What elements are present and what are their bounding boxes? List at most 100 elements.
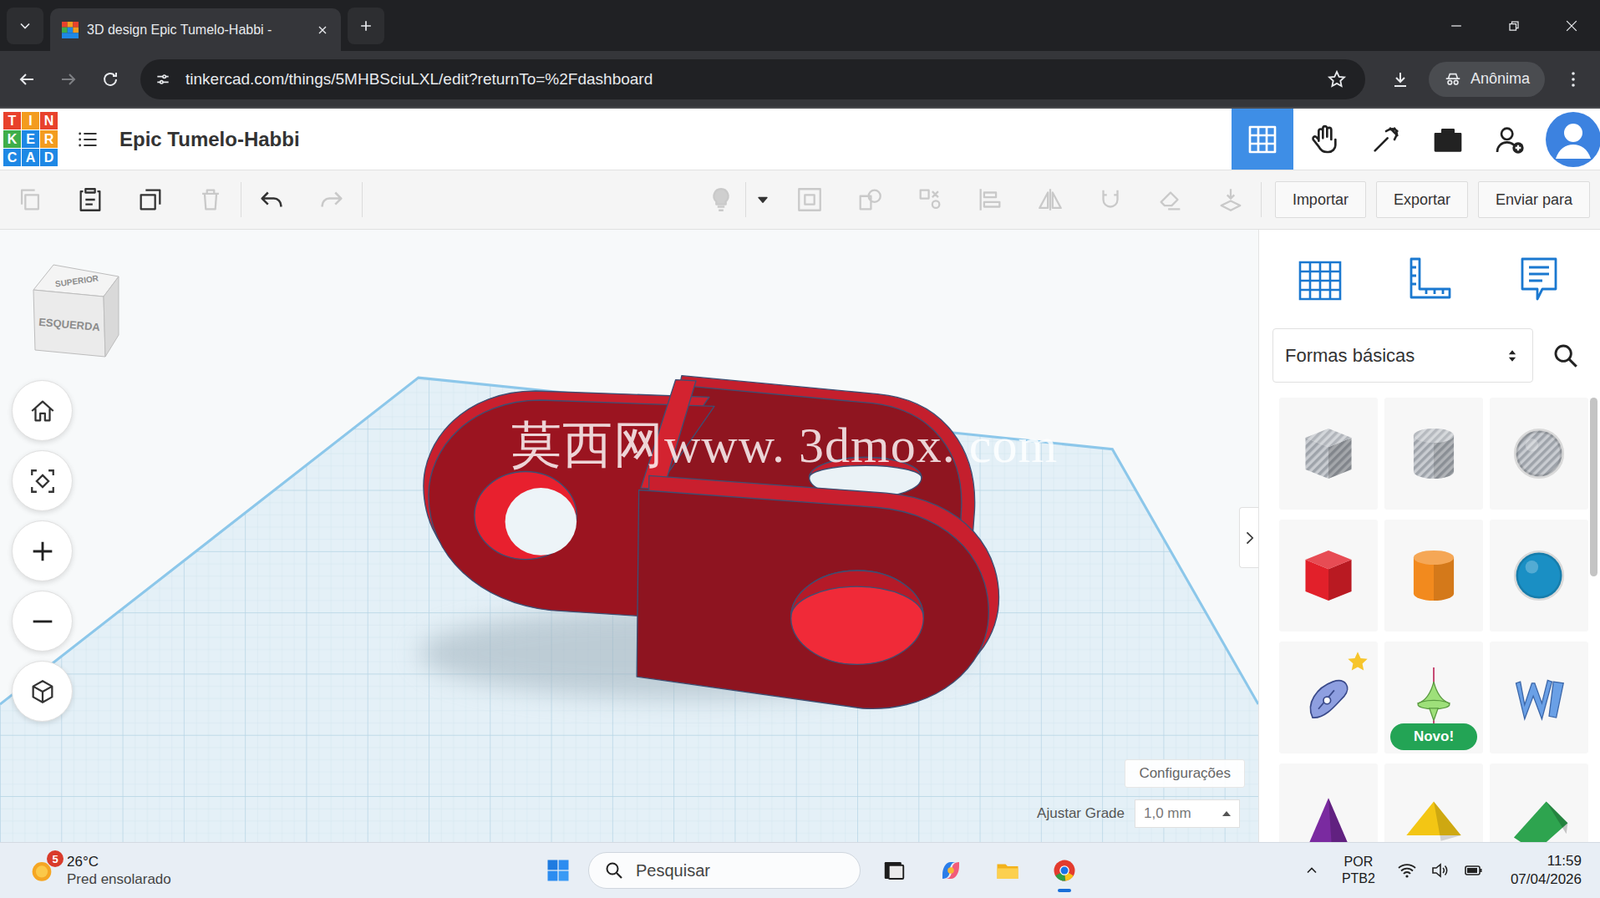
shape-tile[interactable] — [1489, 397, 1589, 510]
task-view-app[interactable] — [870, 847, 918, 894]
downloads-button[interactable] — [1381, 60, 1419, 98]
shape-tile[interactable] — [1384, 397, 1484, 510]
battery-icon[interactable] — [1463, 860, 1484, 881]
star-icon[interactable] — [1326, 69, 1347, 90]
view-cube[interactable]: SUPERIORESQUERDA — [28, 258, 122, 364]
shape-tile[interactable] — [1384, 519, 1484, 632]
library-select[interactable]: Formas básicas — [1272, 328, 1534, 383]
sphere-shape-icon — [1503, 417, 1575, 490]
file-explorer-app[interactable] — [984, 847, 1032, 894]
logo-letter: E — [21, 130, 40, 148]
forward-button — [50, 60, 87, 98]
shape-tile[interactable] — [1489, 641, 1589, 754]
chevron-up-icon[interactable] — [1303, 862, 1321, 879]
kebab-icon — [1563, 69, 1584, 90]
volume-icon[interactable] — [1430, 860, 1451, 881]
tinkercad-logo[interactable]: TINKERCAD — [3, 111, 58, 167]
workplane — [0, 377, 1259, 843]
copilot-app[interactable] — [927, 847, 975, 894]
close-window-button[interactable] — [1542, 0, 1600, 51]
notes-icon[interactable] — [1512, 252, 1566, 306]
sim-lab-button[interactable] — [1293, 108, 1356, 170]
profile-pill[interactable]: Anônima — [1428, 61, 1545, 97]
mirror-icon — [1036, 185, 1065, 214]
start-button[interactable] — [534, 847, 582, 894]
watermark: 莫西网www. 3dmox. com — [511, 411, 1058, 480]
language-indicator[interactable]: PORPTB2 — [1341, 853, 1376, 888]
fit-view-button[interactable] — [11, 450, 73, 512]
shape-search-button[interactable] — [1538, 328, 1594, 383]
undo-button[interactable] — [241, 170, 302, 229]
omnibox[interactable]: tinkercad.com/things/5MHBSciuLXL/edit?re… — [140, 59, 1366, 100]
weather-widget[interactable]: 526°CPred ensolarado — [0, 853, 535, 889]
caret-button[interactable] — [746, 170, 780, 229]
action-button[interactable]: Importar — [1274, 181, 1367, 219]
settings-button[interactable]: Configurações — [1124, 759, 1245, 788]
account-button[interactable] — [1540, 108, 1600, 170]
back-button[interactable] — [8, 60, 46, 98]
sphere-shape-icon — [1503, 539, 1575, 612]
pyramid-shape-icon — [1292, 783, 1365, 843]
taskbar-search[interactable]: Pesquisar — [588, 852, 861, 889]
logo-letter: R — [40, 130, 58, 148]
browser-tab[interactable]: 3D design Epic Tumelo-Habbi - — [50, 8, 341, 51]
plus-icon — [28, 537, 57, 566]
canvas[interactable]: 莫西网www. 3dmox. com SUPERIORESQUERDA Config… — [0, 229, 1259, 843]
workplane-icon[interactable] — [1293, 252, 1347, 306]
projection-button[interactable] — [11, 660, 73, 722]
site-info-button[interactable] — [148, 65, 178, 94]
blocks-button[interactable] — [1417, 108, 1479, 170]
duplicate-button[interactable] — [120, 170, 181, 229]
close-icon[interactable] — [315, 23, 330, 37]
action-button[interactable]: Enviar para — [1478, 181, 1590, 219]
shape-tile[interactable]: Novo! — [1384, 641, 1484, 754]
magnet-icon — [1096, 185, 1125, 214]
shape-tile[interactable] — [1279, 397, 1378, 510]
snap-grid-select[interactable]: 1,0 mm — [1134, 799, 1240, 828]
tab-strip: 3D design Epic Tumelo-Habbi - — [0, 0, 1600, 51]
incognito-icon — [1443, 70, 1463, 89]
design-menu-button[interactable] — [71, 122, 105, 157]
reload-button[interactable] — [91, 60, 129, 98]
logo-letter: I — [21, 111, 40, 130]
separator — [1260, 182, 1262, 218]
separator — [240, 182, 242, 218]
minimize-button[interactable] — [1427, 0, 1485, 51]
chrome-app[interactable] — [1041, 847, 1088, 894]
zoom-out-button[interactable] — [11, 590, 73, 652]
download-icon — [1390, 69, 1411, 90]
favorite-star-icon — [1346, 650, 1370, 674]
paste-button[interactable] — [60, 170, 121, 229]
restore-button[interactable] — [1484, 0, 1543, 51]
chrome-menu-button[interactable] — [1554, 60, 1592, 98]
ruler-icon[interactable] — [1402, 252, 1457, 306]
tab-search-button[interactable] — [6, 7, 44, 45]
shape-tile[interactable] — [1279, 763, 1378, 843]
shape-tile[interactable] — [1489, 763, 1589, 843]
action-button[interactable]: Exportar — [1376, 181, 1468, 219]
snap-grid: Ajustar Grade1,0 mm — [1036, 799, 1240, 828]
scrollbar[interactable] — [1589, 397, 1598, 577]
shape-tile[interactable] — [1384, 763, 1484, 843]
home-view-button[interactable] — [11, 380, 73, 442]
taskbar: 526°CPred ensolarado Pesquisar PORPTB2 11:5… — [0, 842, 1600, 898]
search-placeholder: Pesquisar — [635, 861, 711, 881]
new-tab-button[interactable] — [347, 7, 385, 45]
profile-label: Anônima — [1470, 70, 1530, 88]
invite-button[interactable] — [1478, 108, 1541, 170]
redo-icon — [317, 185, 346, 214]
wifi-icon[interactable] — [1396, 860, 1418, 881]
shape-tile[interactable] — [1489, 519, 1589, 632]
panel-collapse-tab[interactable] — [1239, 507, 1259, 569]
grid-view-button[interactable] — [1231, 108, 1294, 170]
design-title[interactable]: Epic Tumelo-Habbi — [119, 127, 300, 152]
close-icon — [1563, 17, 1580, 35]
bricks-button[interactable] — [1355, 108, 1418, 170]
shape-tile[interactable] — [1279, 519, 1378, 632]
clock[interactable]: 11:5907/04/2026 — [1510, 852, 1582, 889]
scene[interactable] — [0, 229, 1259, 843]
zoom-in-button[interactable] — [11, 520, 73, 582]
avatar-icon — [1545, 111, 1600, 168]
shape-tile[interactable] — [1279, 641, 1378, 754]
drop-button — [1200, 170, 1261, 229]
